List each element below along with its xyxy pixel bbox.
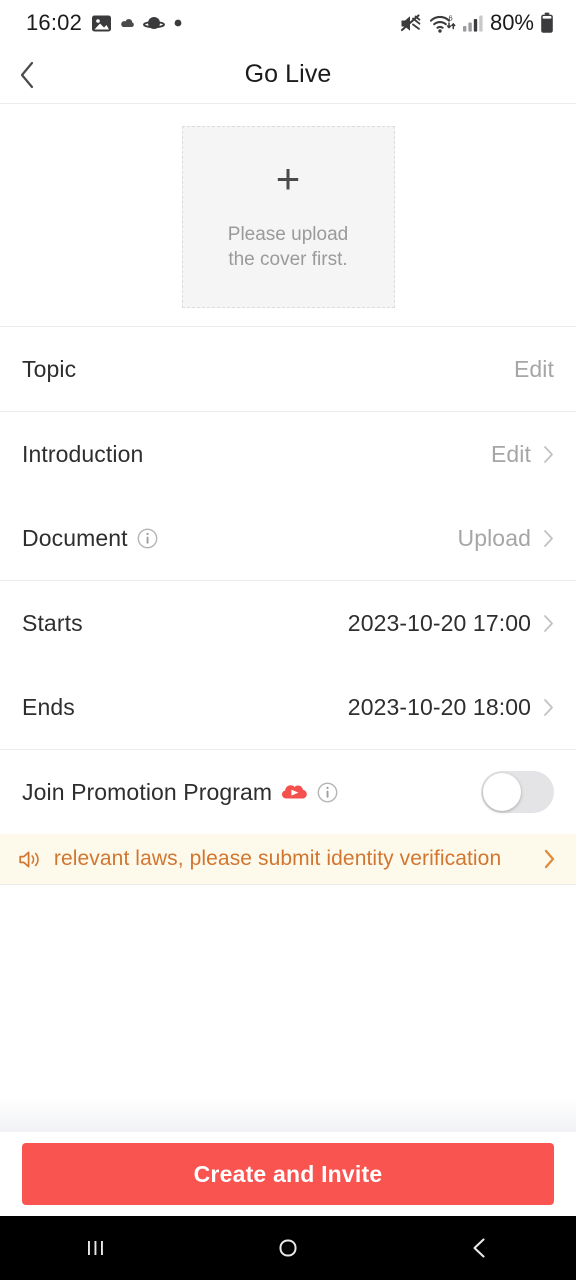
promotion-group: Join Promotion Program	[0, 750, 576, 834]
chevron-left-icon	[20, 61, 34, 88]
row-promotion-right	[481, 771, 554, 813]
status-bar: 16:02 6 80%	[0, 0, 576, 46]
info-circle-icon[interactable]	[317, 782, 338, 803]
promotion-toggle[interactable]	[481, 771, 554, 813]
gallery-icon	[92, 15, 112, 31]
battery-icon	[541, 12, 553, 33]
notice-text: According to relevant laws, please submi…	[52, 847, 502, 870]
row-introduction-label: Introduction	[22, 440, 144, 467]
chevron-right-icon[interactable]	[543, 848, 556, 870]
back-icon	[473, 1238, 485, 1258]
row-introduction-value: Edit	[490, 440, 531, 467]
cover-hint-line2: the cover first.	[228, 249, 348, 270]
row-starts[interactable]: Starts 2023-10-20 17:00	[0, 581, 576, 665]
chevron-right-icon	[544, 529, 553, 547]
cover-hint: Please upload the cover first.	[228, 222, 348, 272]
row-promotion: Join Promotion Program	[0, 750, 576, 834]
row-topic[interactable]: Topic Edit	[0, 327, 576, 411]
row-promotion-label: Join Promotion Program	[22, 778, 273, 805]
row-document-left: Document	[22, 525, 158, 552]
svg-text:6: 6	[448, 13, 452, 22]
app-header: Go Live	[0, 46, 576, 104]
row-starts-label: Starts	[22, 609, 83, 636]
create-and-invite-button[interactable]: Create and Invite	[22, 1143, 554, 1205]
promotion-megaphone-icon	[282, 784, 308, 798]
info-circle-icon[interactable]	[137, 528, 158, 549]
toggle-knob	[483, 773, 521, 811]
chevron-right-icon	[544, 614, 553, 632]
row-promotion-left: Join Promotion Program	[22, 779, 338, 806]
cellular-signal-icon	[462, 15, 483, 32]
row-ends-label: Ends	[22, 693, 75, 720]
row-ends[interactable]: Ends 2023-10-20 18:00	[0, 665, 576, 749]
row-starts-value: 2023-10-20 17:00	[347, 609, 531, 636]
row-document[interactable]: Document Upload	[0, 496, 576, 580]
chevron-right-icon	[544, 445, 553, 463]
topic-group: Topic Edit	[0, 327, 576, 411]
row-document-right: Upload	[458, 525, 555, 552]
page-title: Go Live	[244, 60, 332, 88]
row-topic-label: Topic	[22, 355, 77, 382]
row-starts-left: Starts	[22, 610, 83, 637]
nav-home-button[interactable]	[240, 1216, 336, 1280]
android-navigation-bar	[0, 1216, 576, 1280]
identity-verification-notice[interactable]: According to relevant laws, please submi…	[0, 834, 576, 884]
recents-icon	[88, 1241, 103, 1255]
row-document-label: Document	[22, 524, 128, 551]
row-ends-value: 2023-10-20 18:00	[347, 693, 531, 720]
row-ends-left: Ends	[22, 694, 75, 721]
row-topic-left: Topic	[22, 356, 76, 383]
nav-back-button[interactable]	[432, 1216, 528, 1280]
saturn-icon	[143, 16, 166, 29]
row-starts-right: 2023-10-20 17:00	[348, 610, 554, 637]
row-ends-right: 2023-10-20 18:00	[348, 694, 554, 721]
phone-screen: 16:02 6 80% Go Live + Please upload the …	[0, 0, 576, 1280]
cover-upload-button[interactable]: + Please upload the cover first.	[181, 126, 395, 308]
row-topic-right: Edit	[514, 356, 554, 383]
empty-space	[0, 885, 576, 1132]
wifi-6-icon: 6	[429, 13, 456, 33]
announcement-speaker-icon	[19, 851, 39, 867]
row-document-value: Upload	[457, 524, 531, 551]
nav-recents-button[interactable]	[48, 1216, 144, 1280]
row-introduction-right: Edit	[491, 441, 554, 468]
volume-muted-icon	[400, 13, 421, 31]
notice-marquee-track: According to relevant laws, please submi…	[52, 844, 529, 874]
schedule-group: Starts 2023-10-20 17:00 Ends 2023-10-20 …	[0, 581, 576, 749]
status-bar-right: 6 80%	[399, 10, 554, 36]
chevron-right-icon	[544, 698, 553, 716]
cover-hint-line1: Please upload	[227, 224, 349, 245]
plus-icon: +	[275, 155, 301, 202]
cloud-icon	[121, 18, 134, 27]
battery-percent: 80%	[489, 10, 534, 35]
content-group: Introduction Edit Document Upload	[0, 412, 576, 580]
status-clock: 16:02	[26, 10, 83, 35]
status-bar-left: 16:02	[26, 10, 182, 36]
header-back-button[interactable]	[18, 46, 72, 103]
row-introduction[interactable]: Introduction Edit	[0, 412, 576, 496]
row-topic-value[interactable]: Edit	[514, 356, 554, 383]
home-icon	[279, 1239, 297, 1257]
dot-icon	[174, 19, 182, 27]
row-introduction-left: Introduction	[22, 441, 143, 468]
bottom-action-bar: Create and Invite	[0, 1132, 576, 1216]
cover-upload-section: + Please upload the cover first.	[0, 104, 576, 326]
